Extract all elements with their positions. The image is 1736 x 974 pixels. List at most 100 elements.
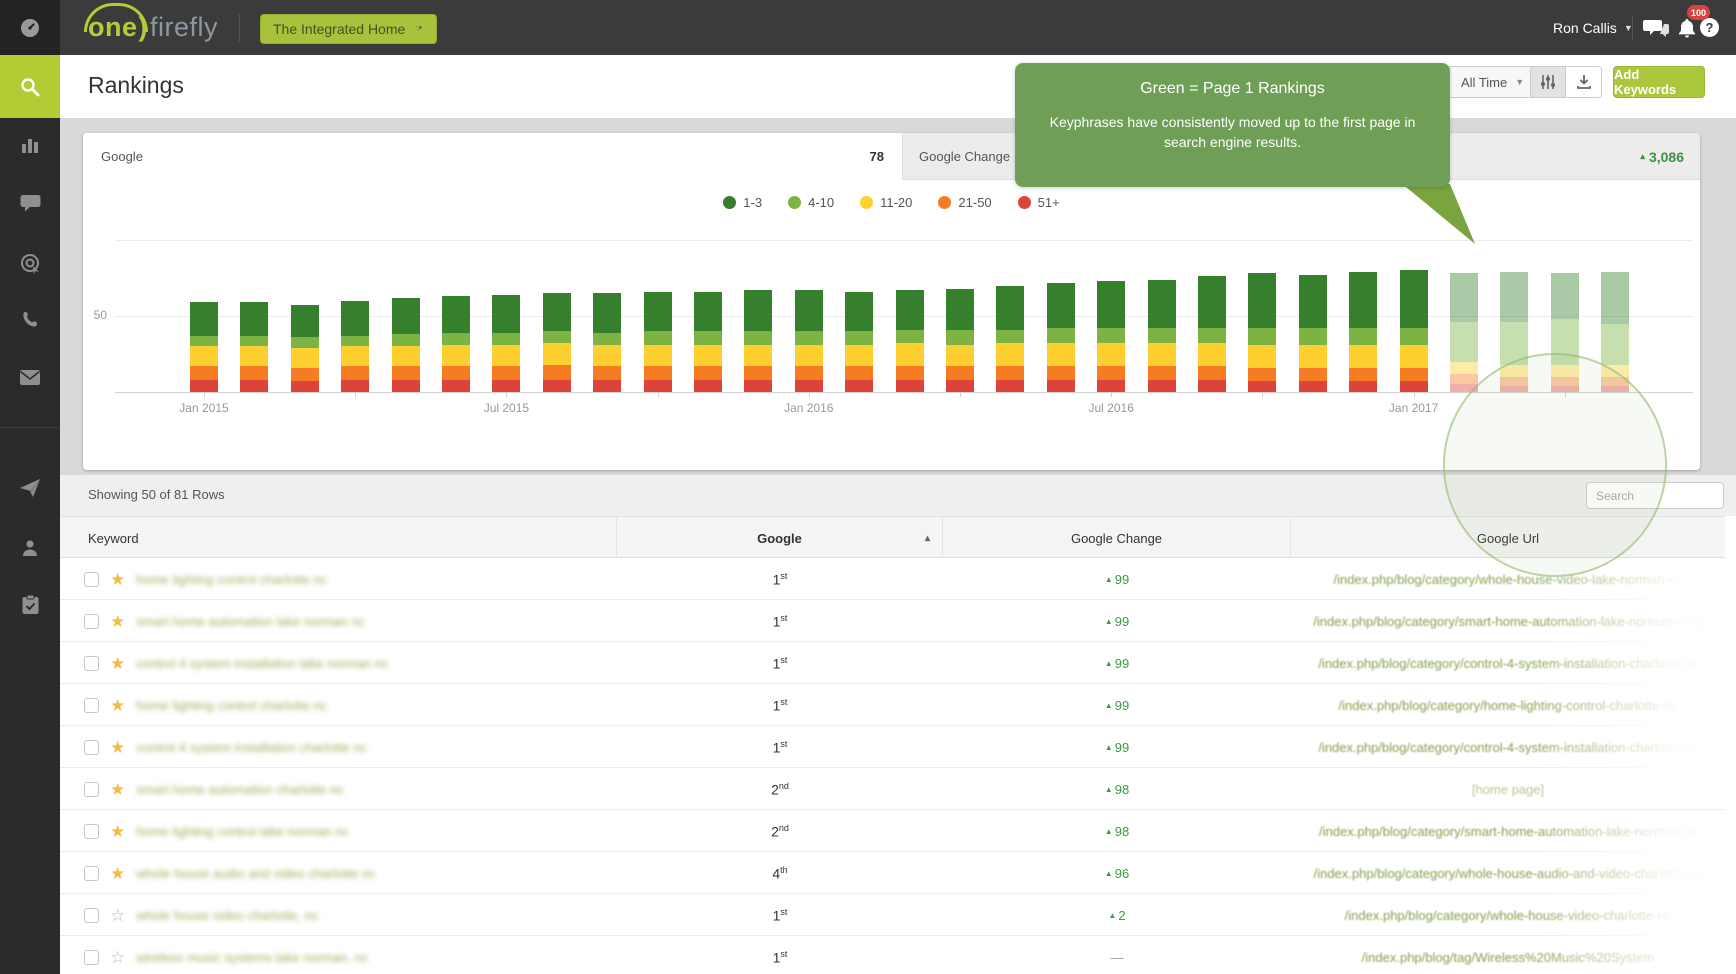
star-outline-icon[interactable]: ☆: [110, 907, 125, 924]
stacked-bar-Mar-2016[interactable]: [896, 290, 924, 392]
stacked-bar-Oct-2016[interactable]: [1248, 273, 1276, 392]
google-url-text[interactable]: /index.php/blog/category/smart-home-auto…: [1319, 824, 1697, 839]
row-checkbox[interactable]: [84, 908, 99, 923]
stacked-bar-Feb-2017[interactable]: [1450, 273, 1478, 392]
stacked-bar-Jul-2015[interactable]: [492, 295, 520, 392]
stacked-bar-Aug-2016[interactable]: [1148, 280, 1176, 392]
google-url-text[interactable]: /index.php/blog/category/home-lighting-c…: [1339, 698, 1678, 713]
stacked-bar-Jul-2016[interactable]: [1097, 281, 1125, 392]
stacked-bar-Jun-2015[interactable]: [442, 296, 470, 392]
phone-icon: [20, 310, 40, 330]
stacked-bar-Dec-2016[interactable]: [1349, 272, 1377, 392]
stacked-bar-Jan-2015[interactable]: [190, 302, 218, 392]
row-checkbox[interactable]: [84, 824, 99, 839]
keyword-text[interactable]: home lighting control charlotte nc: [136, 572, 327, 587]
bar-segment-1-3: [1299, 275, 1327, 328]
client-selector-dropdown[interactable]: The Integrated Home ▼: [260, 14, 437, 44]
stacked-bar-Feb-2016[interactable]: [845, 292, 873, 392]
stacked-bar-Jan-2017[interactable]: [1400, 270, 1428, 392]
column-header-google[interactable]: Google ▴: [617, 517, 943, 559]
row-checkbox[interactable]: [84, 950, 99, 965]
table-row: ★ smart home automation lake norman nc 1st…: [60, 600, 1725, 642]
sidebar-item-tasks[interactable]: [0, 575, 60, 633]
stacked-bar-Feb-2015[interactable]: [240, 302, 268, 392]
stacked-bar-Jun-2016[interactable]: [1047, 283, 1075, 392]
google-url-text[interactable]: /index.php/blog/category/whole-house-aud…: [1314, 866, 1703, 881]
star-outline-icon[interactable]: ☆: [110, 949, 125, 966]
google-url-text[interactable]: /index.php/blog/category/control-4-syste…: [1318, 740, 1697, 755]
keyword-text[interactable]: whole house video charlotte, nc: [136, 908, 318, 923]
bar-segment-1-3: [996, 286, 1024, 330]
stacked-bar-Dec-2015[interactable]: [744, 290, 772, 392]
column-header-keyword[interactable]: Keyword: [60, 517, 617, 559]
x-axis-tick: [960, 392, 961, 397]
messages-icon[interactable]: [1643, 17, 1667, 39]
keyword-text[interactable]: home lighting control charlotte nc: [136, 698, 327, 713]
notifications-bell-icon[interactable]: [1676, 17, 1700, 39]
row-checkbox[interactable]: [84, 740, 99, 755]
keyword-text[interactable]: home lighting control lake norman nc: [136, 824, 348, 839]
keyword-text[interactable]: wireless music systems lake norman, nc: [136, 950, 368, 965]
bar-segment-51+: [694, 380, 722, 392]
bar-segment-51+: [1248, 381, 1276, 392]
x-axis-tick: [1262, 392, 1263, 397]
stacked-bar-Nov-2016[interactable]: [1299, 275, 1327, 392]
bar-segment-4-10: [694, 331, 722, 345]
star-filled-icon[interactable]: ★: [110, 655, 125, 672]
keyword-text[interactable]: control 4 system installation charlotte …: [136, 740, 367, 755]
star-filled-icon[interactable]: ★: [110, 697, 125, 714]
google-url-text[interactable]: /index.php/blog/category/smart-home-auto…: [1313, 614, 1702, 629]
row-checkbox[interactable]: [84, 572, 99, 587]
row-checkbox[interactable]: [84, 614, 99, 629]
keyword-text[interactable]: smart home automation charlotte nc: [136, 782, 343, 797]
stacked-bar-Apr-2015[interactable]: [341, 301, 369, 392]
column-header-google-change[interactable]: Google Change: [943, 517, 1291, 559]
star-filled-icon[interactable]: ★: [110, 781, 125, 798]
sidebar-item-phone[interactable]: [0, 291, 60, 349]
sidebar-item-chat[interactable]: [0, 174, 60, 232]
stacked-bar-Nov-2015[interactable]: [694, 292, 722, 392]
google-url-text[interactable]: /index.php/blog/category/whole-house-vid…: [1345, 908, 1672, 923]
sidebar-item-contacts[interactable]: [0, 519, 60, 577]
google-url-text[interactable]: /index.php/blog/tag/Wireless%20Music%20S…: [1362, 950, 1655, 965]
star-filled-icon[interactable]: ★: [110, 739, 125, 756]
keyword-text[interactable]: smart home automation lake norman nc: [136, 614, 365, 629]
row-checkbox[interactable]: [84, 782, 99, 797]
filter-columns-button[interactable]: [1531, 67, 1566, 97]
sidebar-item-analytics[interactable]: [0, 116, 60, 174]
stacked-bar-Sep-2015[interactable]: [593, 293, 621, 392]
google-rank-value: 1st: [773, 613, 788, 630]
stacked-bar-Aug-2015[interactable]: [543, 293, 571, 392]
help-icon[interactable]: ?: [1700, 18, 1719, 37]
stacked-bar-May-2015[interactable]: [392, 298, 420, 392]
star-filled-icon[interactable]: ★: [110, 571, 125, 588]
row-checkbox[interactable]: [84, 866, 99, 881]
google-url-text[interactable]: /index.php/blog/category/whole-house-vid…: [1333, 572, 1682, 587]
row-checkbox[interactable]: [84, 698, 99, 713]
star-filled-icon[interactable]: ★: [110, 823, 125, 840]
stacked-bar-Mar-2015[interactable]: [291, 305, 319, 392]
download-button[interactable]: [1566, 67, 1601, 97]
google-url-text[interactable]: [home page]: [1472, 782, 1544, 797]
star-filled-icon[interactable]: ★: [110, 865, 125, 882]
stacked-bar-Oct-2015[interactable]: [644, 292, 672, 392]
stacked-bar-May-2016[interactable]: [996, 286, 1024, 392]
sidebar-item-goals[interactable]: [0, 234, 60, 292]
dashboard-menu-button[interactable]: [0, 0, 60, 55]
keyword-text[interactable]: control 4 system installation lake norma…: [136, 656, 388, 671]
bar-segment-21-50: [896, 366, 924, 380]
sidebar-item-search-rankings[interactable]: [0, 55, 60, 118]
google-url-text[interactable]: /index.php/blog/category/control-4-syste…: [1318, 656, 1697, 671]
star-filled-icon[interactable]: ★: [110, 613, 125, 630]
stacked-bar-Sep-2016[interactable]: [1198, 276, 1226, 392]
stacked-bar-Apr-2016[interactable]: [946, 289, 974, 392]
row-checkbox[interactable]: [84, 656, 99, 671]
add-keywords-button[interactable]: Add Keywords: [1613, 66, 1705, 98]
keyword-text[interactable]: whole house audio and video charlotte nc: [136, 866, 375, 881]
stacked-bar-Jan-2016[interactable]: [795, 290, 823, 392]
settings-gear-icon[interactable]: ⚙: [414, 17, 434, 37]
user-menu[interactable]: Ron Callis ▼: [1553, 0, 1633, 55]
sidebar-item-email[interactable]: [0, 348, 60, 406]
time-filter-dropdown[interactable]: All Time ▼: [1447, 66, 1538, 98]
sidebar-item-campaigns[interactable]: [0, 459, 60, 517]
